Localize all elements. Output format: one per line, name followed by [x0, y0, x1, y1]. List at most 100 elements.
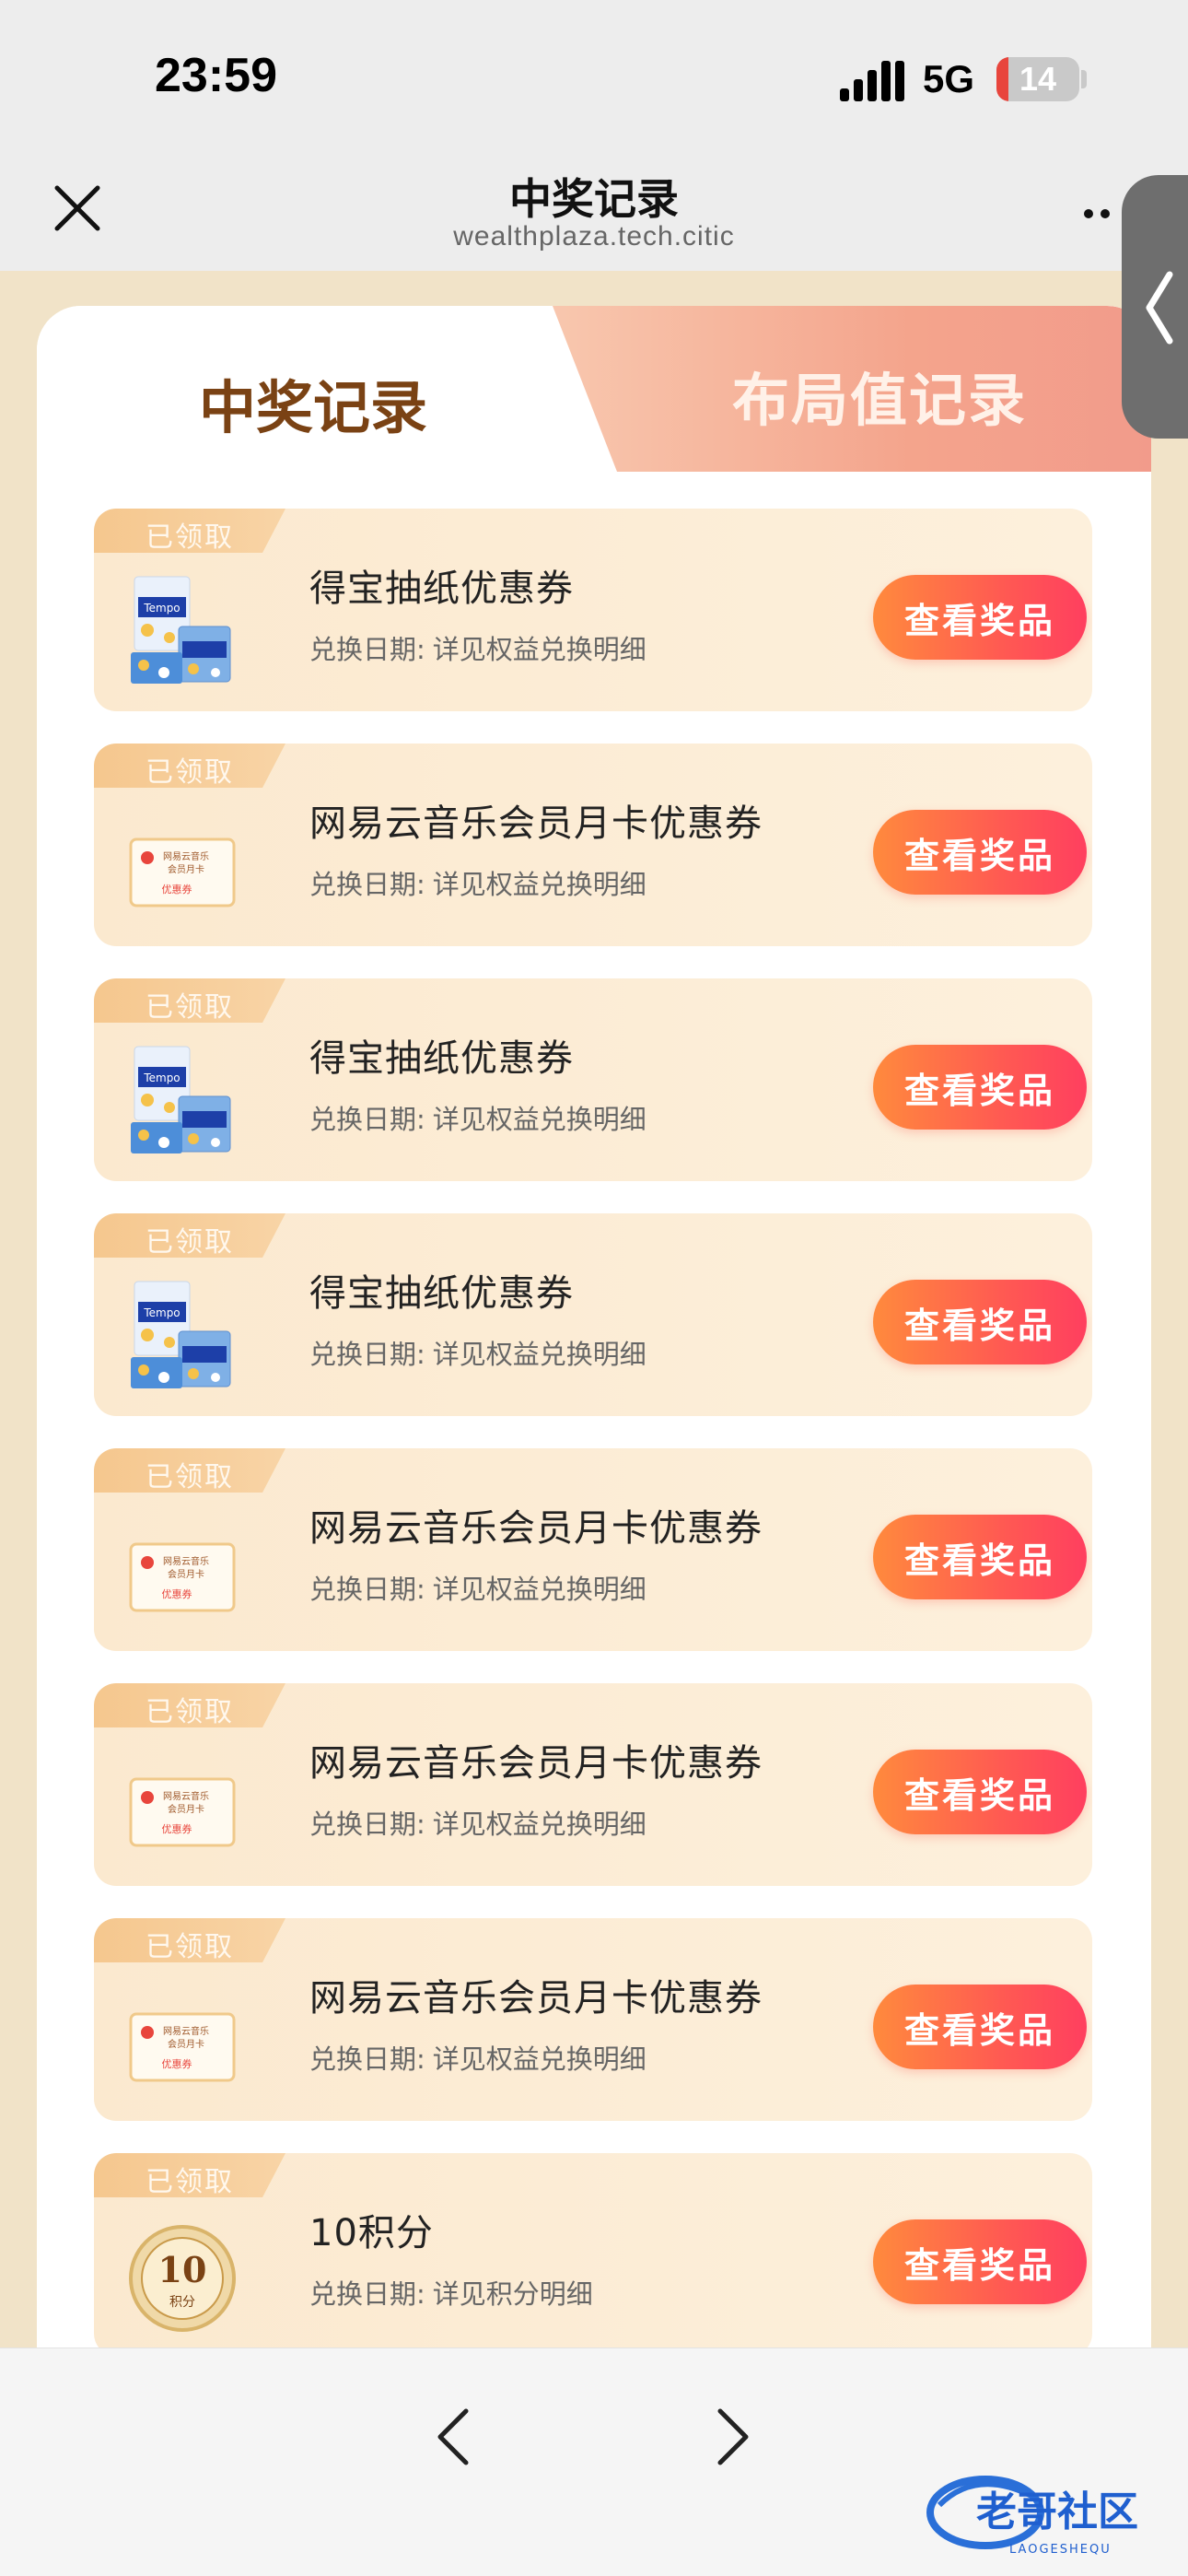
record-date-value: 详见权益兑换明细 — [432, 1104, 646, 1135]
record-item: 已领取 10 积分 10积分 兑换日期: 详见积分明细 查看奖品 — [94, 2153, 1092, 2356]
more-icon[interactable] — [1083, 205, 1120, 223]
record-date-value: 详见权益兑换明细 — [432, 1809, 646, 1840]
records-card: 中奖记录 布局值记录 已领取 Tempo 得宝抽纸优惠券 兑换日期: 详见权益兑换明细查… — [37, 306, 1151, 2425]
claimed-badge: 已领取 — [94, 1918, 285, 1962]
claimed-badge: 已领取 — [94, 1213, 285, 1258]
records-list: 已领取 Tempo 得宝抽纸优惠券 兑换日期: 详见权益兑换明细 查看奖品 已领取 网易云音乐… — [37, 472, 1151, 2425]
record-item: 已领取 网易云音乐 会员月卡 优惠券 网易云音乐会员月卡优惠券 兑换日期: 详见权益兑换明细… — [94, 744, 1092, 946]
record-date-label: 兑换日期: — [309, 2043, 425, 2075]
record-date-label: 兑换日期: — [309, 2278, 425, 2310]
svg-text:会员月卡: 会员月卡 — [168, 1568, 204, 1580]
svg-text:会员月卡: 会员月卡 — [168, 1803, 204, 1815]
coupon-icon: 网易云音乐会员月卡优惠券 — [129, 837, 236, 907]
network-label: 5G — [923, 57, 975, 100]
page-url: wealthplaza.tech.citic — [453, 221, 735, 252]
record-date: 兑换日期: 详见权益兑换明细 — [309, 628, 646, 667]
record-date-label: 兑换日期: — [309, 634, 425, 665]
svg-text:优惠券: 优惠券 — [162, 2057, 192, 2070]
claimed-badge-label: 已领取 — [146, 521, 234, 554]
claimed-badge-label: 已领取 — [146, 1461, 234, 1493]
svg-text:10: 10 — [158, 2249, 207, 2290]
svg-text:优惠券: 优惠券 — [162, 1587, 192, 1600]
svg-text:Tempo: Tempo — [143, 602, 180, 615]
view-prize-button[interactable]: 查看奖品 — [873, 1750, 1087, 1834]
claimed-badge-label: 已领取 — [146, 1696, 234, 1728]
record-title: 10积分 — [309, 2212, 434, 2254]
tab-layout-value-records-label: 布局值记录 — [731, 367, 1027, 434]
chevron-left-icon — [1146, 271, 1173, 345]
svg-text:Tempo: Tempo — [143, 1071, 180, 1084]
svg-text:优惠券: 优惠券 — [162, 883, 192, 896]
record-title: 网易云音乐会员月卡优惠券 — [309, 802, 763, 845]
svg-text:老哥社区: 老哥社区 — [976, 2488, 1138, 2535]
record-title: 网易云音乐会员月卡优惠券 — [309, 1507, 763, 1550]
view-prize-button[interactable]: 查看奖品 — [873, 575, 1087, 660]
battery-icon: 14 — [996, 57, 1079, 101]
claimed-badge: 已领取 — [94, 2153, 285, 2197]
svg-text:网易云音乐: 网易云音乐 — [163, 1790, 209, 1802]
view-prize-button[interactable]: 查看奖品 — [873, 1045, 1087, 1130]
record-date-value: 详见权益兑换明细 — [432, 634, 646, 665]
record-item: 已领取 网易云音乐 会员月卡 优惠券 网易云音乐会员月卡优惠券 兑换日期: 详见权益兑换明细… — [94, 1448, 1092, 1651]
record-title: 网易云音乐会员月卡优惠券 — [309, 1742, 763, 1785]
back-icon[interactable] — [435, 2407, 472, 2466]
coupon-icon: 网易云音乐会员月卡优惠券 — [129, 2012, 236, 2082]
record-date-label: 兑换日期: — [309, 1104, 425, 1135]
claimed-badge-label: 已领取 — [146, 1226, 234, 1259]
tab-bar: 中奖记录 布局值记录 — [37, 306, 1151, 472]
svg-text:网易云音乐: 网易云音乐 — [163, 2025, 209, 2037]
record-date-value: 详见权益兑换明细 — [432, 869, 646, 900]
claimed-badge-label: 已领取 — [146, 991, 234, 1024]
claimed-badge-label: 已领取 — [146, 1931, 234, 1963]
view-prize-button[interactable]: 查看奖品 — [873, 1280, 1087, 1364]
coupon-icon: 网易云音乐会员月卡优惠券 — [129, 1777, 236, 1847]
watermark-logo: 老哥社区 LAOGESHEQU — [926, 2476, 1138, 2557]
svg-text:优惠券: 优惠券 — [162, 1822, 192, 1835]
side-panel-handle[interactable] — [1122, 175, 1188, 439]
status-bar: 23:59 5G 14 — [0, 0, 1188, 157]
page-title: 中奖记录 — [509, 174, 679, 224]
record-title: 得宝抽纸优惠券 — [309, 1272, 574, 1315]
claimed-badge-label: 已领取 — [146, 756, 234, 789]
record-date: 兑换日期: 详见权益兑换明细 — [309, 1568, 646, 1607]
record-date: 兑换日期: 详见积分明细 — [309, 2273, 593, 2312]
claimed-badge: 已领取 — [94, 744, 285, 788]
record-date-value: 详见权益兑换明细 — [432, 2043, 646, 2075]
view-prize-button[interactable]: 查看奖品 — [873, 1985, 1087, 2069]
svg-text:LAOGESHEQU: LAOGESHEQU — [1009, 2543, 1112, 2557]
view-prize-button[interactable]: 查看奖品 — [873, 2219, 1087, 2304]
record-date-value: 详见权益兑换明细 — [432, 1339, 646, 1370]
svg-text:会员月卡: 会员月卡 — [168, 863, 204, 875]
record-item: 已领取 Tempo 得宝抽纸优惠券 兑换日期: 详见权益兑换明细 查看奖品 — [94, 978, 1092, 1181]
record-title: 网易云音乐会员月卡优惠券 — [309, 1977, 763, 2020]
tab-winning-records-label: 中奖记录 — [198, 374, 427, 441]
svg-text:网易云音乐: 网易云音乐 — [163, 850, 209, 862]
battery-level: 14 — [1019, 60, 1057, 98]
tissue-icon: Tempo — [131, 1281, 231, 1388]
record-date-label: 兑换日期: — [309, 1809, 425, 1840]
tissue-icon: Tempo — [131, 1046, 231, 1153]
forward-icon[interactable] — [715, 2407, 751, 2466]
coupon-icon: 网易云音乐会员月卡优惠券 — [129, 1542, 236, 1612]
record-date: 兑换日期: 详见权益兑换明细 — [309, 1803, 646, 1842]
claimed-badge: 已领取 — [94, 1683, 285, 1727]
svg-text:网易云音乐: 网易云音乐 — [163, 1555, 209, 1567]
svg-text:积分: 积分 — [169, 2295, 195, 2310]
record-item: 已领取 Tempo 得宝抽纸优惠券兑换日期: 详见权益兑换明细 查看奖品 — [94, 509, 1092, 711]
record-date-label: 兑换日期: — [309, 1339, 425, 1370]
record-date: 兑换日期: 详见权益兑换明细 — [309, 1098, 646, 1137]
record-title: 得宝抽纸优惠券 — [309, 568, 574, 610]
claimed-badge: 已领取 — [94, 509, 285, 553]
record-date-label: 兑换日期: — [309, 869, 425, 900]
svg-text:会员月卡: 会员月卡 — [168, 2038, 204, 2050]
tissue-icon: Tempo — [131, 576, 231, 684]
browser-toolbar: 老哥社区 LAOGESHEQU — [0, 2348, 1188, 2576]
record-date: 兑换日期: 详见权益兑换明细 — [309, 863, 646, 902]
claimed-badge: 已领取 — [94, 978, 285, 1023]
nav-header: 中奖记录 wealthplaza.tech.citic — [0, 157, 1188, 271]
view-prize-button[interactable]: 查看奖品 — [873, 810, 1087, 895]
claimed-badge: 已领取 — [94, 1448, 285, 1493]
view-prize-button[interactable]: 查看奖品 — [873, 1515, 1087, 1599]
record-date: 兑换日期: 详见权益兑换明细 — [309, 2038, 646, 2077]
record-date-value: 详见积分明细 — [432, 2278, 593, 2310]
